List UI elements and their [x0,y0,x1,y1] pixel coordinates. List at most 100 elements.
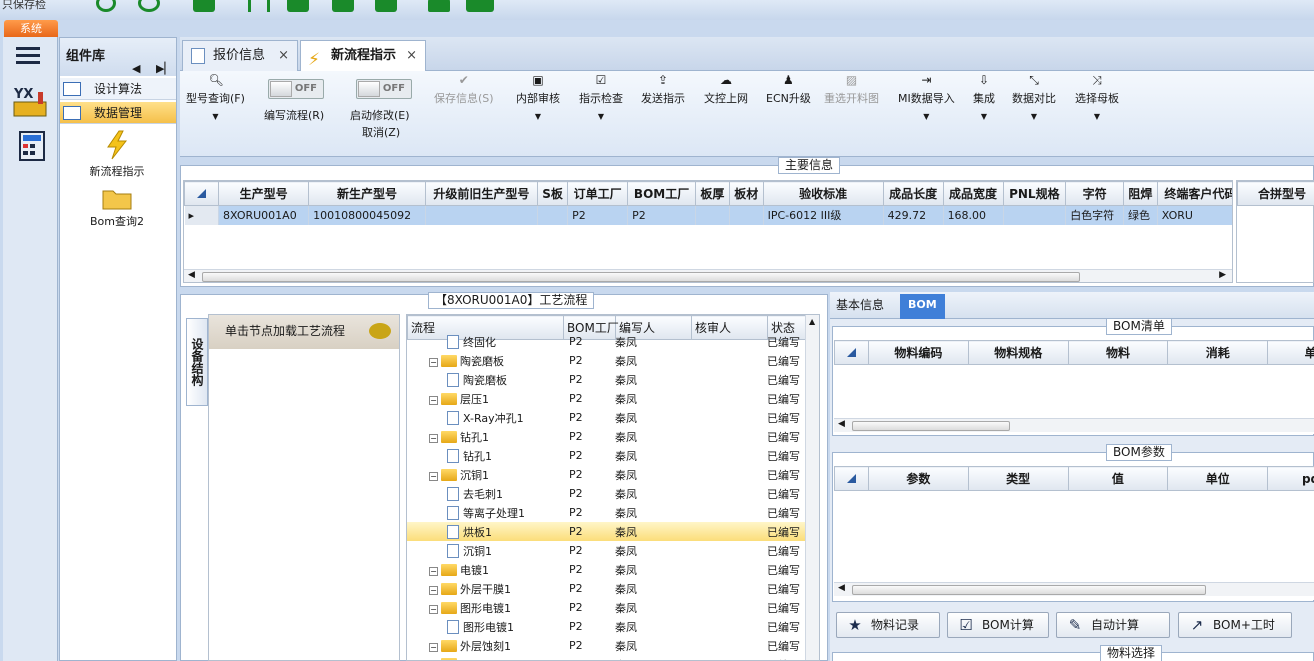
tab-basic-info[interactable]: 基本信息 [836,296,884,313]
col-header[interactable]: 消耗 [1167,340,1269,365]
tree-row[interactable]: 去毛刺1 P2 秦凤 已编写 [407,484,807,503]
process-vscroll[interactable]: ▲ [805,315,819,660]
tree-toggle-icon[interactable]: − [429,604,438,614]
tree-toggle-icon[interactable]: − [429,642,438,652]
tree-row[interactable]: 烘板1 P2 秦凤 已编写 [407,522,807,541]
col-header[interactable]: 物料编码 [867,340,969,365]
tree-row[interactable]: − 电镀1 P2 秦凤 已编写 [407,560,807,579]
tree-toggle-icon[interactable]: − [429,471,438,481]
col-header[interactable]: 类型 [967,466,1069,491]
calculator-icon[interactable] [8,128,52,168]
yx-factory-icon[interactable]: YX [8,84,52,124]
tree-toggle-icon[interactable]: − [429,433,438,443]
tab-bom[interactable]: BOM [900,294,945,319]
system-tab[interactable]: 系统 [4,20,58,37]
apps-icon[interactable] [375,0,397,12]
bom-params-scrollbar[interactable]: ◀ [834,582,1314,596]
tree-row[interactable]: 沉铜1 P2 秦凤 已编写 [407,541,807,560]
col-header[interactable]: S板 [537,181,569,206]
tree-row[interactable]: − 层压1 P2 秦凤 已编写 [407,389,807,408]
col-header[interactable]: 字符 [1065,181,1124,206]
tree-toggle-icon[interactable]: − [429,357,438,367]
col-header[interactable]: 物料 [1067,340,1169,365]
tree-toggle-icon[interactable]: − [429,395,438,405]
library-item-data-management[interactable]: 数据管理 [60,102,176,124]
cancel-button[interactable]: 取消(Z) [362,124,400,140]
search-icon[interactable] [96,0,116,12]
bom-calc-button[interactable]: ☑ BOM计算 [947,612,1049,638]
tree-row[interactable]: − 钻孔1 P2 秦凤 已编写 [407,427,807,446]
enable-modify-switch[interactable]: OFF [356,79,412,99]
main-info-scrollbar[interactable]: ◀ ▶ [184,269,1232,282]
user-icon[interactable] [428,0,450,12]
col-header[interactable]: 新生产型号 [308,181,426,206]
device-structure-tab[interactable]: 设备结构 [186,318,208,406]
select-master-button[interactable]: ⤨ 选择母板 ▼ [1075,73,1119,121]
tree-toggle-icon[interactable]: − [429,585,438,595]
tree-row[interactable]: 陶瓷磨板 P2 秦凤 已编写 [407,370,807,389]
col-header[interactable]: PNL规格 [1002,181,1067,206]
mi-import-button[interactable]: ⇥ MI数据导入 ▼ [898,73,955,121]
tree-row[interactable]: X-Ray冲孔1 P2 秦凤 已编写 [407,408,807,427]
bom-hours-button[interactable]: ↗ BOM+工时 [1178,612,1292,638]
close-icon[interactable]: × [406,41,417,71]
col-header[interactable]: 板材 [728,181,764,206]
tree-row[interactable]: − 外层干膜1 P2 秦凤 已编写 [407,579,807,598]
data-compare-button[interactable]: ⤡ 数据对比 ▼ [1012,73,1056,121]
instruction-check-button[interactable]: ☑ 指示检查 ▼ [579,73,623,121]
save-info-button[interactable]: ✔ 保存信息(S) [434,73,494,106]
col-header[interactable]: 生产型号 [217,181,310,206]
col-header[interactable]: 参数 [867,466,969,491]
col-header[interactable]: 验收标准 [762,181,884,206]
monitor-icon[interactable] [466,0,494,12]
bom-list-scrollbar[interactable]: ◀ [834,418,1314,432]
col-header[interactable]: 物料规格 [967,340,1069,365]
integrate-button[interactable]: ⇩ 集成 ▼ [973,73,995,121]
film-icon[interactable] [287,0,309,12]
tab-new-process[interactable]: ⚡ 新流程指示 × [300,40,426,71]
copy-icon[interactable] [332,0,354,12]
col-header[interactable]: 成品宽度 [942,181,1004,206]
splitter-handle[interactable] [822,300,830,661]
tree-row[interactable]: − 图形电镀1 P2 秦凤 已编写 [407,598,807,617]
tab-quote-info[interactable]: 报价信息 × [182,40,298,71]
tree-row[interactable]: − 外层蚀刻1 P2 秦凤 已编写 [407,636,807,655]
edit-flow-switch[interactable]: OFF [268,79,324,99]
tool-bom-query[interactable]: Bom查询2 [74,186,160,229]
col-header[interactable]: 值 [1067,466,1169,491]
tree-toggle-icon[interactable]: − [429,566,438,576]
close-icon[interactable]: × [278,41,289,71]
col-header[interactable]: 成品长度 [882,181,944,206]
library-item-design-algorithm[interactable]: 设计算法 [60,78,176,100]
tree-row[interactable]: − 沉铜1 P2 秦凤 已编写 [407,465,807,484]
tree-row[interactable]: −AOI1P2秦凤已编写 [407,655,807,660]
tree-row[interactable]: − 陶瓷磨板 P2 秦凤 已编写 [407,351,807,370]
tree-row[interactable]: 图形电镀1 P2 秦凤 已编写 [407,617,807,636]
col-header[interactable]: 阻焊 [1122,181,1158,206]
menu-icon[interactable] [16,47,40,65]
ecn-upgrade-button[interactable]: ♟ ECN升级 [766,73,811,106]
material-record-button[interactable]: ★ 物料记录 [836,612,940,638]
scissors-icon[interactable] [248,0,270,12]
col-header[interactable]: 升级前旧生产型号 [424,181,539,206]
settings-icon[interactable] [138,0,160,12]
col-header[interactable]: 合拼型号 [1237,181,1314,206]
tree-row[interactable]: 等离子处理1 P2 秦凤 已编写 [407,503,807,522]
tree-row[interactable]: 钻孔1 P2 秦凤 已编写 [407,446,807,465]
col-header[interactable]: 单位 [1167,466,1269,491]
col-header[interactable]: 板厚 [695,181,730,206]
grid-icon[interactable] [193,0,215,12]
col-header[interactable]: 终端客户代码 [1156,181,1232,206]
auto-calc-button[interactable]: ✎ 自动计算 [1056,612,1170,638]
col-header[interactable]: 订单工厂 [567,181,629,206]
col-header[interactable]: pd [1267,466,1314,491]
reselect-cutting-button[interactable]: ▨ 重选开料图 [824,73,879,106]
model-query-button[interactable]: 🔍︎ 型号查询(F) ▼ [186,73,245,121]
send-instruction-button[interactable]: ⇪ 发送指示 [641,73,685,106]
internal-review-button[interactable]: ▣ 内部审核 ▼ [516,73,560,121]
col-header[interactable]: BOM工厂 [627,181,697,206]
tool-new-process[interactable]: 新流程指示 [74,130,160,179]
doc-upload-button[interactable]: ☁ 文控上网 [704,73,748,106]
table-row[interactable]: ▸ 8XORU001A0 10010800045092 P2 P2 IPC-60… [184,205,1232,225]
col-header[interactable]: 单 [1267,340,1314,365]
